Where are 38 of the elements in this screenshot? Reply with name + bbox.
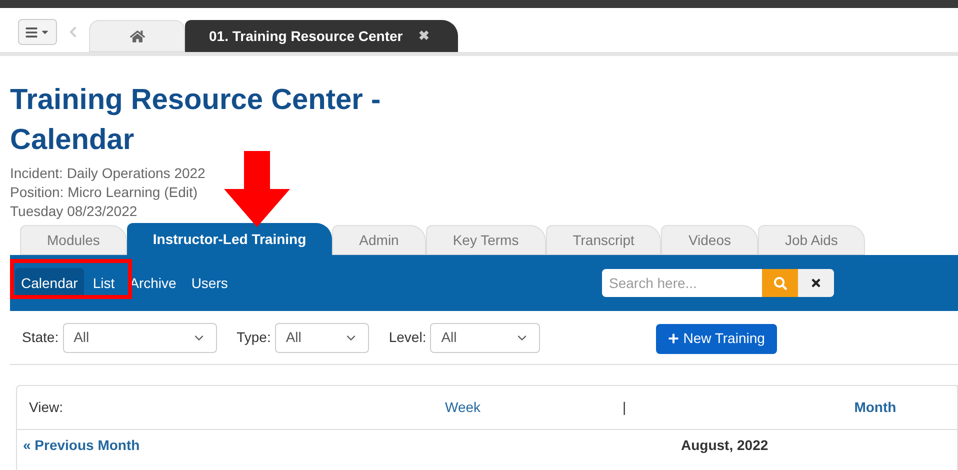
tab[interactable]: Videos <box>661 225 758 255</box>
filter-label: Type: <box>236 328 271 347</box>
tab[interactable]: Job Aids <box>758 225 865 255</box>
view-label: View: <box>29 398 64 417</box>
filter-select[interactable]: All <box>430 322 540 352</box>
close-icon <box>810 277 822 289</box>
separator-text: | <box>622 398 626 417</box>
clear-button[interactable] <box>798 269 834 297</box>
subnav-link[interactable]: Archive <box>124 268 182 298</box>
menu-button[interactable] <box>18 19 57 45</box>
tab[interactable]: Modules <box>20 225 127 255</box>
info-text: Tuesday 08/23/2022 <box>10 202 138 221</box>
menu-icon <box>25 26 38 38</box>
home-tab[interactable] <box>89 20 185 52</box>
home-icon <box>130 28 144 44</box>
previous-month-link[interactable]: « Previous Month <box>23 434 681 456</box>
subnav-link[interactable]: Users <box>185 268 234 298</box>
search-field[interactable]: Search here... <box>602 269 762 297</box>
plus-icon <box>668 333 680 344</box>
filter-label: Level: <box>388 328 426 347</box>
tab[interactable]: Instructor-Led Training <box>126 223 332 255</box>
info-text: Position: Micro Learning (Edit) <box>10 183 199 202</box>
new-training-button[interactable]: New Training <box>656 324 777 354</box>
filter-label: State: <box>22 328 59 347</box>
tab[interactable]: Admin <box>332 225 426 255</box>
view-link[interactable]: Week <box>445 397 481 418</box>
info-text: Incident: Daily Operations 2022 <box>10 164 206 183</box>
close-icon[interactable]: ✖ <box>418 26 430 46</box>
tab[interactable]: Key Terms <box>426 225 546 255</box>
page-tab[interactable]: 01. Training Resource Center ✖ <box>185 20 458 52</box>
page-title: Training Resource Center - Calendar <box>10 83 382 158</box>
filter-select[interactable]: All <box>62 322 217 352</box>
search-icon <box>774 276 786 290</box>
month-heading: August, 2022 <box>681 436 768 455</box>
view-link[interactable]: Month <box>854 397 896 418</box>
filter-select[interactable]: All <box>274 322 369 352</box>
tab[interactable]: Transcript <box>546 225 662 255</box>
subnav-link[interactable]: List <box>86 268 121 298</box>
